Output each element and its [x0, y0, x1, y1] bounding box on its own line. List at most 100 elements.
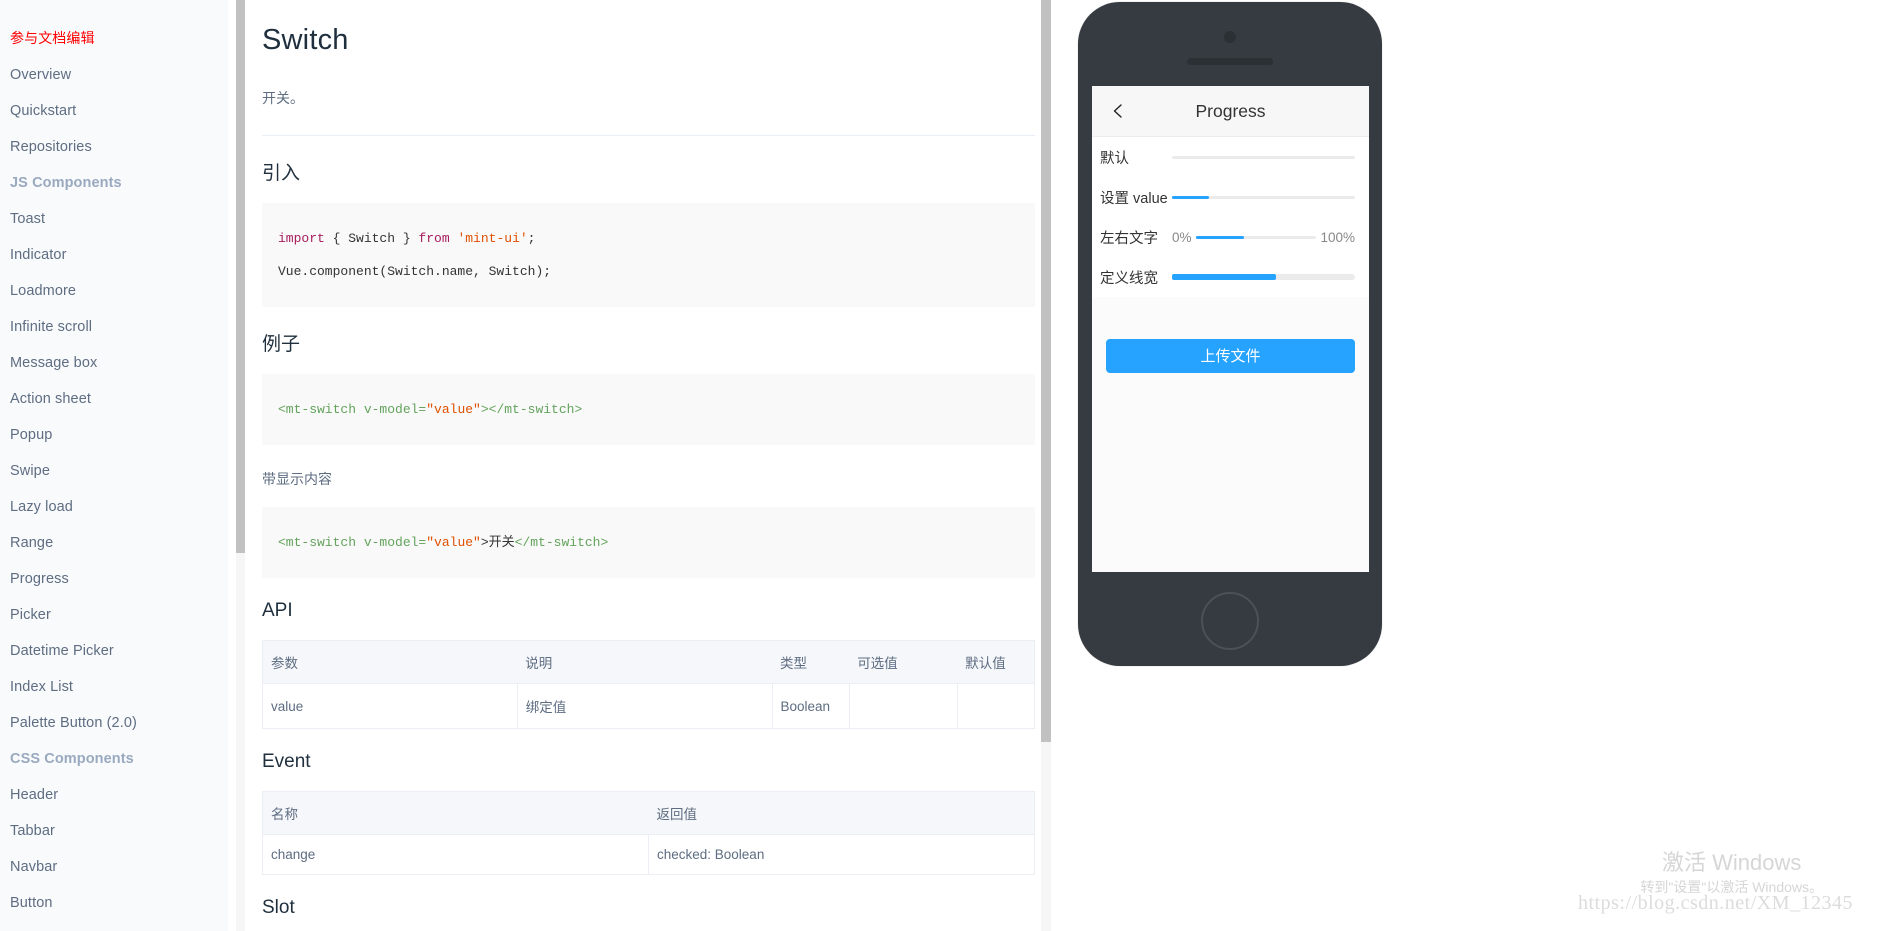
- sidebar-item-repositories[interactable]: Repositories: [0, 129, 228, 165]
- progress-row-label: 定义线宽: [1100, 270, 1158, 287]
- progress-row-label: 设置 value: [1100, 190, 1168, 207]
- table-cell: value: [262, 683, 518, 729]
- table-row: change checked: Boolean: [262, 834, 1035, 875]
- chevron-left-icon[interactable]: [1110, 103, 1126, 119]
- phone-mockup: Progress 默认 设置 value 左右文字 0% 100% 定义线宽 上传文件: [1078, 2, 1382, 666]
- api-table: 参数 说明 类型 可选值 默认值 value 绑定值 Boolean: [262, 640, 1036, 729]
- sidebar-item-range[interactable]: Range: [0, 525, 228, 561]
- subsection-heading-with-text: 带显示内容: [262, 471, 332, 487]
- progress-right-text: 100%: [1320, 229, 1355, 245]
- code-attr-value: "value": [426, 402, 481, 417]
- sidebar-item-popup[interactable]: Popup: [0, 417, 228, 453]
- content-scrollbar[interactable]: [1041, 0, 1051, 931]
- sidebar-item-header[interactable]: Header: [0, 777, 228, 813]
- progress-row: 左右文字 0% 100%: [1092, 217, 1369, 257]
- sidebar-nav-list: Overview Quickstart Repositories JS Compone…: [0, 57, 228, 921]
- progress-track: [1195, 235, 1317, 239]
- event-table: 名称 返回值 change checked: Boolean: [262, 791, 1035, 875]
- windows-activation-watermark: 激活 Windows 转到"设置"以激活 Windows。: [1640, 849, 1823, 897]
- sidebar-item-palette-button-2-0[interactable]: Palette Button (2.0): [0, 705, 228, 741]
- table-cell: Boolean: [771, 683, 850, 729]
- progress-bar-wrapper: 0% 100%: [1172, 230, 1355, 245]
- progress-fill: [1195, 235, 1244, 239]
- sidebar-item-quickstart[interactable]: Quickstart: [0, 93, 228, 129]
- table-cell: [848, 683, 958, 729]
- code-text-braces: { Switch }: [324, 231, 419, 246]
- table-header-cell: 默认值: [957, 640, 1036, 684]
- divider: [262, 135, 1035, 136]
- sidebar-item-toast[interactable]: Toast: [0, 201, 228, 237]
- table-row: value 绑定值 Boolean: [262, 683, 1036, 729]
- section-heading-slot: Slot: [262, 897, 295, 918]
- phone-camera-icon: [1224, 31, 1236, 43]
- progress-track: [1172, 274, 1355, 280]
- sidebar-scrollbar-thumb[interactable]: [236, 0, 245, 553]
- progress-fill: [1172, 274, 1277, 280]
- sidebar-item-swipe[interactable]: Swipe: [0, 453, 228, 489]
- code-tag-close: ></mt-switch>: [480, 402, 583, 417]
- watermark-title: 激活 Windows: [1662, 850, 1802, 875]
- sidebar-item-lazy-load[interactable]: Lazy load: [0, 489, 228, 525]
- progress-bar-wrapper: [1172, 155, 1355, 159]
- table-header-row: 名称 返回值: [262, 791, 1035, 835]
- table-header-cell: 返回值: [648, 791, 1035, 835]
- phone-button-area: 上传文件: [1092, 339, 1369, 373]
- code-block-example: <mt-switch v-model="value"></mt-switch>: [262, 374, 1035, 445]
- progress-left-text: 0%: [1172, 229, 1192, 245]
- code-block-import: import { Switch } from 'mint-ui'; Vue.co…: [262, 203, 1035, 307]
- table-header-cell: 名称: [262, 791, 649, 835]
- sidebar-item-picker[interactable]: Picker: [0, 597, 228, 633]
- upload-file-button[interactable]: 上传文件: [1106, 339, 1355, 373]
- sidebar-item-indicator[interactable]: Indicator: [0, 237, 228, 273]
- sidebar-item-navbar[interactable]: Navbar: [0, 849, 228, 885]
- content-scrollbar-thumb[interactable]: [1041, 0, 1051, 742]
- sidebar-item-css-components: CSS Components: [10, 751, 134, 767]
- blog-url-watermark: https://blog.csdn.net/XM_12345: [1578, 892, 1853, 914]
- sidebar-item-button[interactable]: Button: [0, 885, 228, 921]
- code-string-module: 'mint-ui': [449, 231, 528, 246]
- sidebar: 参与文档编辑 Overview Quickstart Repositories JS …: [0, 0, 228, 931]
- progress-row: 定义线宽: [1092, 257, 1369, 297]
- table-header-cell: 参数: [262, 640, 518, 684]
- table-header-cell: 可选值: [849, 640, 958, 684]
- sidebar-item-loadmore[interactable]: Loadmore: [0, 273, 228, 309]
- sidebar-item-index-list[interactable]: Index List: [0, 669, 228, 705]
- sidebar-scrollbar[interactable]: [236, 0, 245, 931]
- sidebar-item-message-box[interactable]: Message box: [0, 345, 228, 381]
- sidebar-item-overview[interactable]: Overview: [0, 57, 228, 93]
- progress-row: 默认: [1092, 137, 1369, 177]
- phone-spacer: [1092, 297, 1369, 339]
- code-keyword-from: from: [418, 231, 450, 246]
- progress-bar-wrapper: [1172, 195, 1355, 199]
- table-header-cell: 说明: [517, 640, 772, 684]
- main-content: Switch 开关。 引入 import { Switch } from 'mi…: [246, 0, 1051, 931]
- code-tag-open: <mt-switch v-model=: [278, 402, 427, 417]
- sidebar-item-infinite-scroll[interactable]: Infinite scroll: [0, 309, 228, 345]
- sidebar-item-js-components: JS Components: [10, 175, 122, 191]
- progress-list: 默认 设置 value 左右文字 0% 100% 定义线宽: [1092, 137, 1369, 297]
- table-cell: change: [262, 834, 649, 875]
- phone-speaker-icon: [1187, 58, 1273, 65]
- phone-header: Progress: [1092, 86, 1369, 137]
- table-header-cell: 类型: [772, 640, 850, 684]
- sidebar-item-edit-doc[interactable]: 参与文档编辑: [0, 22, 228, 57]
- table-cell: checked: Boolean: [648, 834, 1035, 875]
- sidebar-item-tabbar[interactable]: Tabbar: [0, 813, 228, 849]
- sidebar-item-datetime-picker[interactable]: Datetime Picker: [0, 633, 228, 669]
- page-description: 开关。: [262, 90, 304, 106]
- section-heading-example: 例子: [262, 334, 301, 355]
- code-inner-text-2: >开关: [480, 535, 515, 550]
- section-heading-import: 引入: [262, 163, 301, 184]
- progress-fill: [1172, 195, 1209, 199]
- table-cell: 绑定值: [516, 683, 772, 729]
- page-title: Switch: [262, 24, 349, 56]
- sidebar-item-progress[interactable]: Progress: [0, 561, 228, 597]
- app-root: 参与文档编辑 Overview Quickstart Repositories JS …: [0, 0, 1881, 931]
- progress-track: [1172, 155, 1355, 159]
- section-heading-api: API: [262, 600, 293, 621]
- code-tag-open-2: <mt-switch v-model=: [278, 535, 427, 550]
- sidebar-item-action-sheet[interactable]: Action sheet: [0, 381, 228, 417]
- code-tag-close-2: </mt-switch>: [514, 535, 609, 550]
- progress-row-label: 默认: [1100, 150, 1129, 167]
- phone-home-button[interactable]: [1201, 592, 1259, 650]
